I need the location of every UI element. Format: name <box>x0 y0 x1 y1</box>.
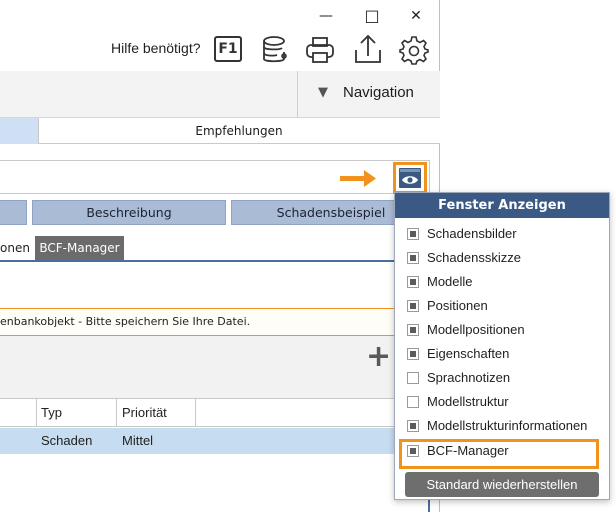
maximize-button[interactable]: □ <box>352 1 392 31</box>
popup-title: Fenster Anzeigen <box>395 193 609 218</box>
option-modellstruktur[interactable]: Modellstruktur <box>405 390 605 414</box>
checkbox[interactable] <box>407 420 419 432</box>
column-header-typ[interactable]: Typ <box>41 405 62 420</box>
tab-empfehlungen[interactable]: Empfehlungen <box>39 118 439 144</box>
option-modellstrukturinformationen[interactable]: Modellstrukturinformationen <box>405 414 605 438</box>
orange-arrow-icon <box>340 168 380 188</box>
checkbox[interactable] <box>407 324 419 336</box>
column-divider <box>195 399 196 427</box>
show-windows-button[interactable] <box>393 162 427 194</box>
cell-prioritaet: Mittel <box>122 433 154 448</box>
close-button[interactable]: ✕ <box>396 1 436 31</box>
option-label: Modellstrukturinformationen <box>427 418 588 433</box>
option-label: Positionen <box>427 298 488 313</box>
option-positionen[interactable]: Positionen <box>405 294 605 318</box>
reset-default-button[interactable]: Standard wiederherstellen <box>405 472 599 497</box>
upload-icon[interactable] <box>352 32 384 66</box>
checkbox[interactable] <box>407 276 419 288</box>
checkbox[interactable] <box>407 300 419 312</box>
button-partial[interactable] <box>0 200 27 225</box>
option-eigenschaften[interactable]: Eigenschaften <box>405 342 605 366</box>
bcf-highlight <box>399 439 599 469</box>
option-schadensskizze[interactable]: Schadensskizze <box>405 246 605 270</box>
column-divider <box>36 399 37 427</box>
gear-icon[interactable] <box>398 34 430 66</box>
app-window: — □ ✕ Hilfe benötigt? F1 ▼ Navigation Em… <box>0 0 440 512</box>
subtab-bcf-manager[interactable]: BCF-Manager <box>35 236 124 260</box>
subtab-partial[interactable]: onen <box>0 236 34 260</box>
f1-help-button[interactable]: F1 <box>214 36 242 62</box>
nav-dropdown-arrow-icon[interactable]: ▼ <box>318 85 328 100</box>
option-label: Schadensbilder <box>427 226 517 241</box>
list-toolbar: + <box>0 336 430 398</box>
checkbox[interactable] <box>407 252 419 264</box>
cell-typ: Schaden <box>41 433 93 448</box>
option-modelle[interactable]: Modelle <box>405 270 605 294</box>
notice-bar: enbankobjekt - Bitte speichern Sie Ihre … <box>0 308 430 336</box>
option-label: Modellstruktur <box>427 394 509 409</box>
navigation-label[interactable]: Navigation <box>343 84 414 101</box>
checkbox[interactable] <box>407 372 419 384</box>
subtab-row: onen BCF-Manager <box>0 236 430 262</box>
beschreibung-button[interactable]: Beschreibung <box>32 200 226 225</box>
notice-text: enbankobjekt - Bitte speichern Sie Ihre … <box>0 315 251 328</box>
eye-icon[interactable] <box>399 168 421 188</box>
option-schadensbilder[interactable]: Schadensbilder <box>405 222 605 246</box>
option-label: Modelle <box>427 274 473 289</box>
navigation-bar: ▼ Navigation <box>0 71 440 118</box>
print-icon[interactable] <box>304 34 336 66</box>
column-header-prioritaet[interactable]: Priorität <box>122 405 167 420</box>
table-header: Typ Priorität <box>0 398 430 427</box>
option-sprachnotizen[interactable]: Sprachnotizen <box>405 366 605 390</box>
checkbox[interactable] <box>407 228 419 240</box>
option-label: Schadensskizze <box>427 250 521 265</box>
option-label: Sprachnotizen <box>427 370 511 385</box>
help-text[interactable]: Hilfe benötigt? <box>111 40 201 56</box>
checkbox[interactable] <box>407 396 419 408</box>
database-icon[interactable] <box>260 34 292 66</box>
tab-active-partial[interactable] <box>0 118 38 144</box>
option-modellpositionen[interactable]: Modellpositionen <box>405 318 605 342</box>
add-icon[interactable]: + <box>366 340 391 374</box>
table-row[interactable]: Schaden Mittel <box>0 428 430 454</box>
option-label: Eigenschaften <box>427 346 510 361</box>
option-label: Modellpositionen <box>427 322 525 337</box>
checkbox[interactable] <box>407 348 419 360</box>
nav-divider <box>297 71 298 118</box>
minimize-button[interactable]: — <box>306 1 346 31</box>
show-windows-popup: Fenster Anzeigen Schadensbilder Schadenss… <box>394 192 610 500</box>
column-divider <box>116 399 117 427</box>
top-tab-row: Empfehlungen <box>0 118 440 144</box>
